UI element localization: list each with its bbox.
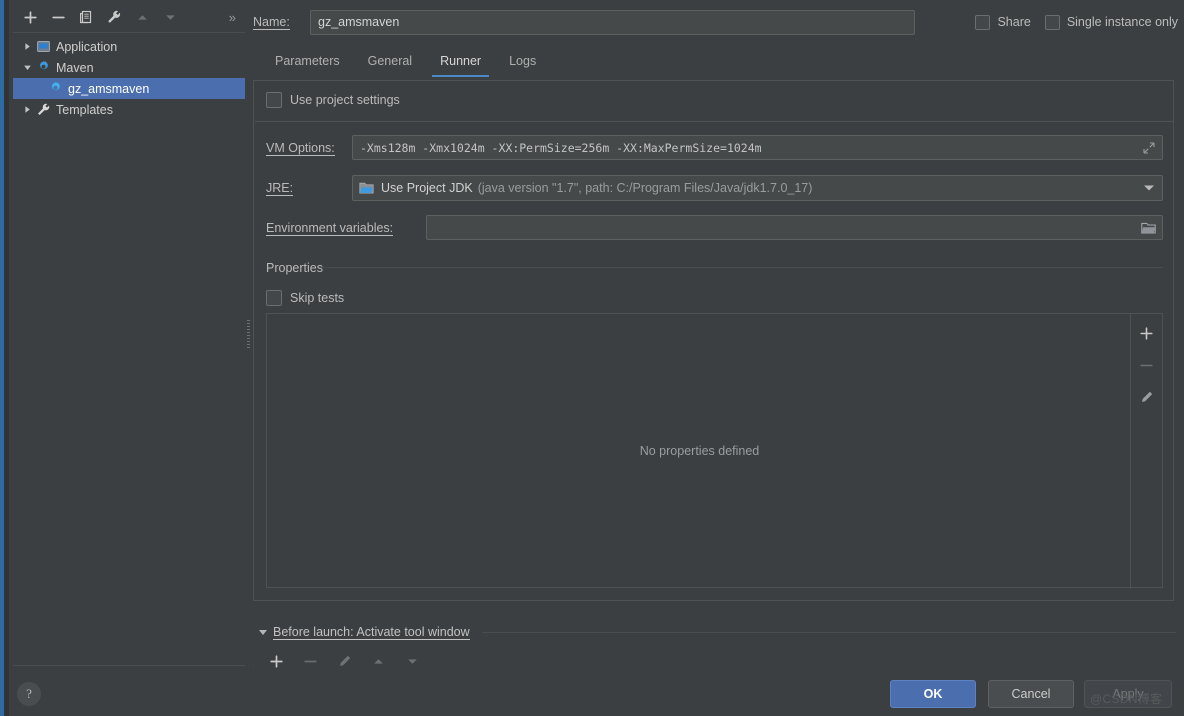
move-down-button[interactable] bbox=[157, 4, 183, 30]
application-icon bbox=[35, 39, 51, 55]
jre-row: JRE: Use Project JDK (java version "1.7"… bbox=[266, 175, 1163, 201]
before-launch-divider bbox=[481, 631, 1176, 633]
edit-property-button[interactable] bbox=[1136, 386, 1158, 408]
add-task-button[interactable] bbox=[263, 648, 289, 674]
tree-node-maven[interactable]: Maven bbox=[13, 57, 245, 78]
edit-task-button[interactable] bbox=[331, 648, 357, 674]
ok-button[interactable]: OK bbox=[890, 680, 976, 708]
add-property-button[interactable] bbox=[1136, 322, 1158, 344]
use-project-settings-checkbox[interactable]: Use project settings bbox=[266, 92, 400, 108]
cancel-button[interactable]: Cancel bbox=[988, 680, 1074, 708]
use-project-settings-label: Use project settings bbox=[290, 93, 400, 107]
add-configuration-button[interactable] bbox=[17, 4, 43, 30]
properties-section-divider bbox=[320, 267, 1163, 268]
jre-value: Use Project JDK bbox=[381, 181, 473, 195]
copy-configuration-button[interactable] bbox=[73, 4, 99, 30]
share-checkbox-label: Share bbox=[997, 15, 1031, 29]
tab-parameters[interactable]: Parameters bbox=[261, 52, 354, 77]
sidebar-splitter[interactable] bbox=[245, 0, 253, 669]
tree-node-label: gz_amsmaven bbox=[68, 81, 150, 96]
share-checkbox-box[interactable] bbox=[975, 14, 991, 30]
before-launch-title: Before launch: Activate tool window bbox=[273, 625, 470, 640]
runner-tab-panel: Use project settings VM Options: -Xms128… bbox=[253, 80, 1174, 601]
tree-node-gz-amsmaven[interactable]: gz_amsmaven bbox=[13, 78, 245, 99]
vm-options-input[interactable]: -Xms128m -Xmx1024m -XX:PermSize=256m -XX… bbox=[352, 135, 1163, 160]
environment-variables-row: Environment variables: bbox=[266, 215, 1163, 240]
watermark: @CSDN博客 bbox=[1090, 692, 1163, 706]
tree-node-label: Maven bbox=[56, 60, 94, 75]
tab-general[interactable]: General bbox=[354, 52, 426, 77]
jre-label: JRE: bbox=[266, 181, 294, 196]
move-task-down-button[interactable] bbox=[399, 648, 425, 674]
sidebar-divider bbox=[13, 665, 254, 666]
name-row-options: Share Single instance only bbox=[975, 14, 1184, 30]
vm-options-value: -Xms128m -Xmx1024m -XX:PermSize=256m -XX… bbox=[360, 140, 762, 155]
edit-templates-wrench-button[interactable] bbox=[101, 4, 127, 30]
before-launch-header[interactable]: Before launch: Activate tool window bbox=[253, 625, 1184, 640]
sidebar-toolbar: » bbox=[9, 0, 245, 34]
skip-tests-label: Skip tests bbox=[290, 291, 345, 305]
tab-runner[interactable]: Runner bbox=[426, 52, 495, 77]
folder-icon[interactable] bbox=[1141, 220, 1157, 236]
jre-combobox[interactable]: Use Project JDK (java version "1.7", pat… bbox=[352, 175, 1163, 201]
expand-toolbar-button[interactable]: » bbox=[229, 10, 236, 25]
jre-detail: (java version "1.7", path: C:/Program Fi… bbox=[477, 181, 813, 195]
move-up-button[interactable] bbox=[129, 4, 155, 30]
expand-arrow-icon[interactable] bbox=[19, 105, 35, 114]
tree-node-templates[interactable]: Templates bbox=[13, 99, 245, 120]
single-instance-only-checkbox[interactable]: Single instance only bbox=[1044, 14, 1178, 30]
properties-empty-message: No properties defined bbox=[639, 443, 760, 458]
tab-logs[interactable]: Logs bbox=[495, 52, 550, 77]
tree-node-application[interactable]: Application bbox=[13, 36, 245, 57]
maven-gear-icon bbox=[35, 60, 51, 76]
name-row: Name: gz_amsmaven Share Single instance … bbox=[253, 7, 1184, 37]
environment-variables-input[interactable] bbox=[426, 215, 1163, 240]
expand-arrow-icon[interactable] bbox=[19, 42, 35, 51]
share-checkbox[interactable]: Share bbox=[975, 14, 1031, 30]
chevron-down-icon[interactable] bbox=[1144, 185, 1154, 191]
properties-section-title: Properties bbox=[266, 261, 323, 275]
remove-task-button[interactable] bbox=[297, 648, 323, 674]
splitter-grip-icon[interactable] bbox=[247, 320, 250, 350]
maven-gear-icon bbox=[47, 81, 63, 97]
run-debug-configurations-dialog: » Application Maven gz_amsmaven Template… bbox=[0, 0, 1184, 716]
single-instance-only-checkbox-label: Single instance only bbox=[1066, 15, 1178, 29]
editor-tabs: Parameters General Runner Logs bbox=[253, 52, 1184, 80]
wrench-icon bbox=[35, 102, 51, 118]
configuration-editor: Name: gz_amsmaven Share Single instance … bbox=[253, 0, 1184, 716]
vm-options-label: VM Options: bbox=[266, 140, 335, 156]
panel-divider bbox=[255, 121, 1174, 122]
configurations-sidebar: » Application Maven gz_amsmaven Template… bbox=[9, 0, 254, 669]
properties-table[interactable]: No properties defined bbox=[266, 313, 1163, 589]
name-label: Name: bbox=[253, 15, 290, 30]
collapse-arrow-icon[interactable] bbox=[19, 63, 35, 72]
name-input[interactable]: gz_amsmaven bbox=[310, 9, 915, 35]
expand-icon[interactable] bbox=[1141, 140, 1157, 156]
chevron-down-icon[interactable] bbox=[259, 629, 267, 635]
jdk-folder-icon bbox=[359, 181, 375, 195]
skip-tests-checkbox-box[interactable] bbox=[266, 290, 282, 306]
environment-variables-label: Environment variables: bbox=[266, 220, 394, 236]
tree-node-label: Templates bbox=[56, 102, 113, 117]
before-launch-toolbar bbox=[263, 648, 427, 674]
tree-node-label: Application bbox=[56, 39, 118, 54]
use-project-settings-checkbox-box[interactable] bbox=[266, 92, 282, 108]
move-task-up-button[interactable] bbox=[365, 648, 391, 674]
remove-configuration-button[interactable] bbox=[45, 4, 71, 30]
dialog-footer: OK Cancel Apply bbox=[0, 676, 1184, 716]
properties-toolbar bbox=[1130, 314, 1162, 589]
vm-options-row: VM Options: -Xms128m -Xmx1024m -XX:PermS… bbox=[266, 135, 1163, 160]
configurations-tree: Application Maven gz_amsmaven Templates bbox=[13, 32, 245, 632]
skip-tests-checkbox[interactable]: Skip tests bbox=[266, 290, 344, 306]
single-instance-only-checkbox-box[interactable] bbox=[1044, 14, 1060, 30]
remove-property-button[interactable] bbox=[1136, 354, 1158, 376]
